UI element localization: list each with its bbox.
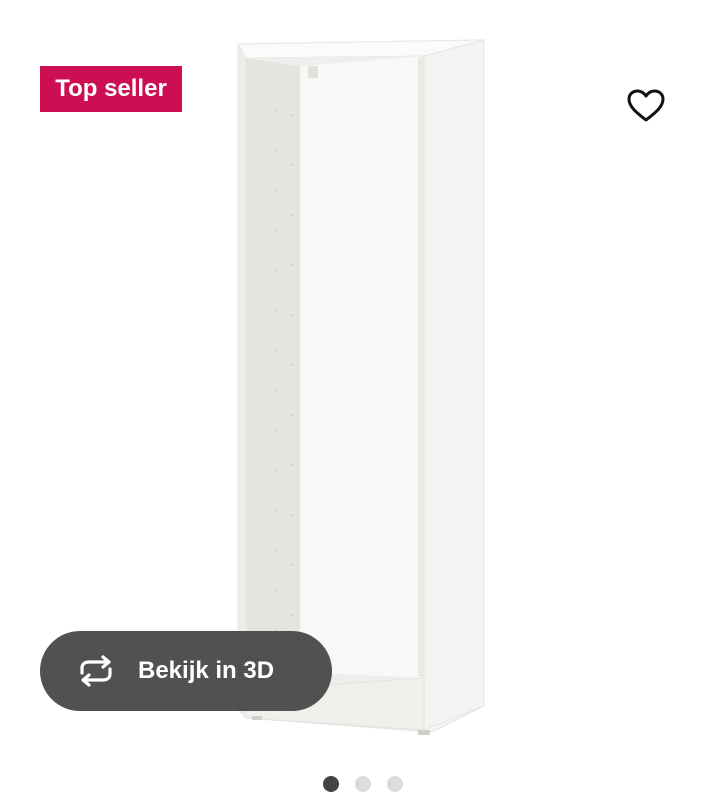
view-in-3d-label: Bekijk in 3D: [138, 657, 275, 684]
wishlist-button[interactable]: [624, 84, 668, 128]
carousel-dot-3[interactable]: [387, 776, 403, 792]
carousel-dot-2[interactable]: [355, 776, 371, 792]
rotate-arrows-icon: [74, 653, 122, 689]
carousel-dot-1[interactable]: [323, 776, 339, 792]
heart-icon: [627, 89, 665, 122]
carousel-indicator: [0, 776, 726, 794]
top-seller-badge: Top seller: [40, 66, 182, 112]
view-in-3d-button[interactable]: Bekijk in 3D: [40, 631, 332, 711]
top-seller-label: Top seller: [55, 75, 167, 102]
